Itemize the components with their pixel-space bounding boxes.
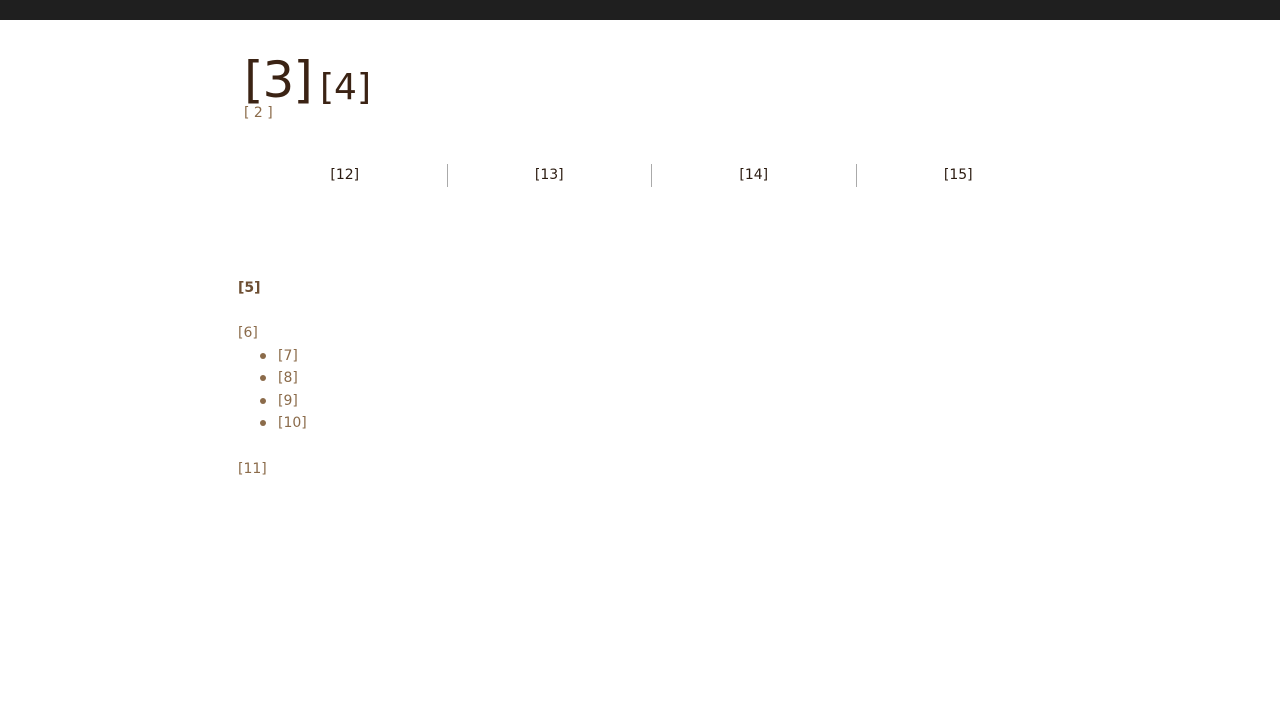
logo-secondary-text: [4] <box>320 67 371 108</box>
nav-item-1[interactable]: [12] <box>243 164 447 187</box>
content-heading: [5] <box>238 280 261 296</box>
main-nav: [12] [13] [14] [15] <box>243 164 1060 187</box>
list-item[interactable]: [9] <box>260 390 307 412</box>
list-item[interactable]: [8] <box>260 367 307 389</box>
top-bar <box>0 0 1280 20</box>
list-item[interactable]: [7] <box>260 345 307 367</box>
content-footer-link[interactable]: [11] <box>238 459 307 479</box>
nav-item-3[interactable]: [14] <box>651 164 856 187</box>
content-intro: [6] <box>238 325 258 341</box>
nav-item-2[interactable]: [13] <box>446 164 652 187</box>
logo-primary-text: [3] <box>244 51 313 109</box>
main-content: [5] [6] [7] [8] [9] [10] [11] <box>238 278 307 479</box>
site-tagline: [ 2 ] <box>244 105 273 121</box>
nav-item-4[interactable]: [15] <box>855 164 1061 187</box>
bullet-list: [7] [8] [9] [10] <box>238 345 307 434</box>
list-item[interactable]: [10] <box>260 412 307 434</box>
